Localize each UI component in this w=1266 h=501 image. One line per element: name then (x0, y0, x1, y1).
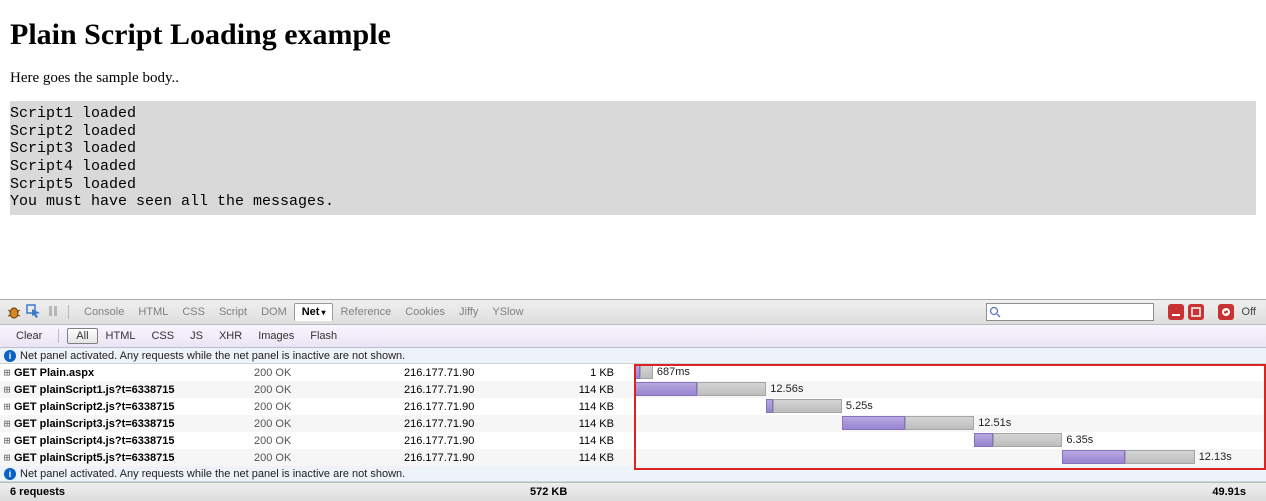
log-line: Script2 loaded (10, 123, 1256, 141)
request-status: 200 OK (254, 367, 404, 379)
request-host: 216.177.71.90 (404, 418, 554, 430)
main-tab-net[interactable]: Net▾ (294, 303, 334, 321)
request-size: 114 KB (554, 435, 634, 447)
request-host: 216.177.71.90 (404, 384, 554, 396)
filter-tab-all[interactable]: All (67, 328, 97, 344)
log-line: Script3 loaded (10, 140, 1256, 158)
firebug-panel: ConsoleHTMLCSSScriptDOMNet▾ReferenceCook… (0, 299, 1266, 501)
footer-size: 572 KB (520, 486, 577, 498)
request-url: GET plainScript5.js?t=6338715 (14, 452, 254, 464)
table-row[interactable]: ⊞GET plainScript3.js?t=6338715200 OK216.… (0, 415, 1266, 432)
firebug-footer: 6 requests 572 KB 49.91s (0, 482, 1266, 501)
filter-tab-js[interactable]: JS (182, 329, 211, 343)
main-tab-reference[interactable]: Reference (333, 304, 398, 320)
request-status: 200 OK (254, 452, 404, 464)
expand-icon[interactable]: ⊞ (0, 451, 14, 464)
request-url: GET plainScript4.js?t=6338715 (14, 435, 254, 447)
request-url: GET plainScript2.js?t=6338715 (14, 401, 254, 413)
request-size: 114 KB (554, 452, 634, 464)
request-status: 200 OK (254, 384, 404, 396)
filter-tab-images[interactable]: Images (250, 329, 302, 343)
timeline-label: 5.25s (846, 400, 873, 412)
firebug-toolbar: ConsoleHTMLCSSScriptDOMNet▾ReferenceCook… (0, 300, 1266, 325)
info-message: Net panel activated. Any requests while … (20, 350, 405, 362)
main-tab-yslow[interactable]: YSlow (485, 304, 530, 320)
timeline-label: 6.35s (1066, 434, 1093, 446)
minimize-button[interactable] (1168, 304, 1184, 320)
request-status: 200 OK (254, 435, 404, 447)
table-row[interactable]: ⊞GET plainScript4.js?t=6338715200 OK216.… (0, 432, 1266, 449)
expand-icon[interactable]: ⊞ (0, 417, 14, 430)
filter-tab-css[interactable]: CSS (143, 329, 182, 343)
page-title: Plain Script Loading example (10, 18, 1256, 52)
expand-icon[interactable]: ⊞ (0, 434, 14, 447)
footer-time: 49.91s (1202, 486, 1256, 498)
expand-icon[interactable]: ⊞ (0, 366, 14, 379)
table-row[interactable]: ⊞GET plainScript1.js?t=6338715200 OK216.… (0, 381, 1266, 398)
timeline-cell: 687ms (634, 364, 1266, 381)
timeline-label: 12.56s (770, 383, 803, 395)
table-row[interactable]: ⊞GET plainScript2.js?t=6338715200 OK216.… (0, 398, 1266, 415)
info-icon: i (4, 468, 16, 480)
timeline-label: 12.51s (978, 417, 1011, 429)
filter-tab-flash[interactable]: Flash (302, 329, 345, 343)
request-host: 216.177.71.90 (404, 367, 554, 379)
main-tab-dom[interactable]: DOM (254, 304, 294, 320)
request-url: GET plainScript1.js?t=6338715 (14, 384, 254, 396)
request-host: 216.177.71.90 (404, 452, 554, 464)
table-row[interactable]: ⊞GET Plain.aspx200 OK216.177.71.901 KB 68… (0, 364, 1266, 381)
log-line: Script1 loaded (10, 105, 1256, 123)
close-button[interactable] (1218, 304, 1234, 320)
timeline-label: 12.13s (1199, 451, 1232, 463)
log-line: Script5 loaded (10, 176, 1256, 194)
net-sub-toolbar: Clear AllHTMLCSSJSXHRImagesFlash (0, 325, 1266, 348)
info-icon: i (4, 350, 16, 362)
timeline-label: 687ms (657, 366, 690, 378)
footer-requests: 6 requests (0, 486, 75, 498)
net-table: ⊞GET Plain.aspx200 OK216.177.71.901 KB68… (0, 364, 1266, 466)
info-message: Net panel activated. Any requests while … (20, 468, 405, 480)
request-url: GET Plain.aspx (14, 367, 254, 379)
request-host: 216.177.71.90 (404, 435, 554, 447)
main-tab-html[interactable]: HTML (131, 304, 175, 320)
request-host: 216.177.71.90 (404, 401, 554, 413)
popout-button[interactable] (1188, 304, 1204, 320)
main-tab-css[interactable]: CSS (175, 304, 212, 320)
main-tab-console[interactable]: Console (77, 304, 131, 320)
search-input[interactable] (986, 303, 1154, 321)
timeline-cell: 5.25s (634, 398, 1266, 415)
log-line: Script4 loaded (10, 158, 1256, 176)
filter-tab-html[interactable]: HTML (98, 329, 144, 343)
timeline-cell: 6.35s (634, 432, 1266, 449)
pause-icon[interactable] (46, 304, 60, 321)
firebug-icon[interactable] (6, 304, 22, 320)
script-log: Script1 loadedScript2 loadedScript3 load… (10, 101, 1256, 215)
request-size: 114 KB (554, 384, 634, 396)
request-url: GET plainScript3.js?t=6338715 (14, 418, 254, 430)
timeline-cell: 12.51s (634, 415, 1266, 432)
timeline-cell: 12.13s (634, 449, 1266, 466)
request-size: 114 KB (554, 418, 634, 430)
request-status: 200 OK (254, 418, 404, 430)
request-size: 114 KB (554, 401, 634, 413)
request-size: 1 KB (554, 367, 634, 379)
timeline-cell: 12.56s (634, 381, 1266, 398)
info-row-bottom: i Net panel activated. Any requests whil… (0, 466, 1266, 482)
expand-icon[interactable]: ⊞ (0, 383, 14, 396)
main-tab-jiffy[interactable]: Jiffy (452, 304, 485, 320)
expand-icon[interactable]: ⊞ (0, 400, 14, 413)
filter-tab-xhr[interactable]: XHR (211, 329, 250, 343)
request-status: 200 OK (254, 401, 404, 413)
off-label[interactable]: Off (1238, 306, 1260, 318)
table-row[interactable]: ⊞GET plainScript5.js?t=6338715200 OK216.… (0, 449, 1266, 466)
clear-button[interactable]: Clear (8, 329, 50, 343)
page-intro: Here goes the sample body.. (10, 70, 1256, 87)
inspect-icon[interactable] (26, 303, 42, 322)
info-row-top: i Net panel activated. Any requests whil… (0, 348, 1266, 364)
log-line: You must have seen all the messages. (10, 193, 1256, 211)
main-tab-script[interactable]: Script (212, 304, 254, 320)
main-tab-cookies[interactable]: Cookies (398, 304, 452, 320)
